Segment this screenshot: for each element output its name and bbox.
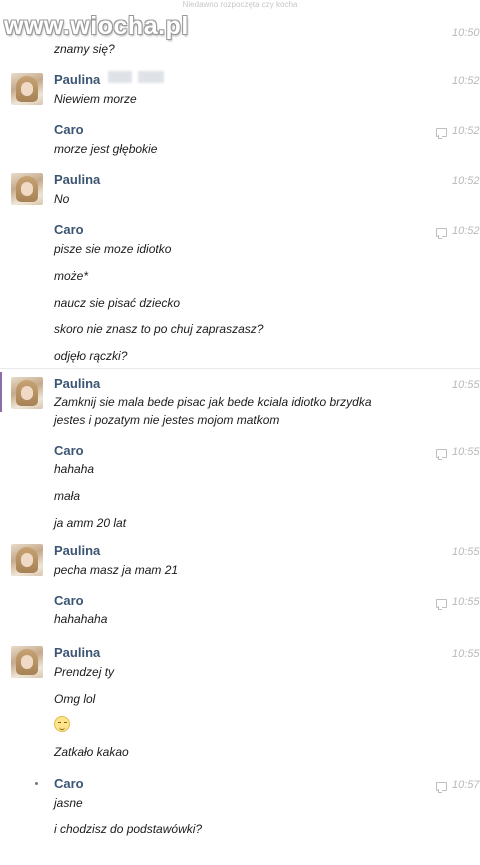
message-time: 10:52 <box>452 125 480 137</box>
message-line: i chodzisz do podstawówki? <box>54 822 203 836</box>
message-time: 10:55 <box>452 648 480 660</box>
message-line: jasne <box>54 796 83 810</box>
message-time: 10:55 <box>452 379 480 391</box>
message-time: 10:55 <box>452 546 480 558</box>
message-time: 10:55 <box>452 596 480 608</box>
message-line: mała <box>54 489 81 503</box>
message-line: naucz sie pisać dziecko <box>54 296 181 310</box>
message-line: skoro nie znasz to po chuj zapraszasz? <box>54 322 264 336</box>
sender-name[interactable]: Paulina <box>54 172 100 187</box>
message-line: pecha masz ja mam 21 <box>54 563 179 577</box>
avatar[interactable] <box>11 544 43 576</box>
message-time: 10:52 <box>452 75 480 87</box>
sender-name[interactable]: Paulina <box>54 543 100 558</box>
message-line: ja amm 20 lat <box>54 516 127 530</box>
redacted-surname <box>138 71 164 83</box>
message-line: Omg lol <box>54 692 96 706</box>
message-time: 10:50 <box>452 27 480 39</box>
message-line: Prendzej ty <box>54 665 115 679</box>
message-line: No <box>54 192 70 206</box>
unread-marker <box>0 372 2 412</box>
watermark: www.wiocha.pl <box>4 12 189 40</box>
message-line: pisze sie moze idiotko <box>54 242 172 256</box>
avatar[interactable] <box>11 377 43 409</box>
message-line: hahahaha <box>54 612 108 626</box>
seen-icon <box>436 599 447 610</box>
seen-icon <box>436 228 447 239</box>
message-line: morze jest głębokie <box>54 142 158 156</box>
sender-name[interactable]: Paulina <box>54 72 100 87</box>
seen-icon <box>436 449 447 460</box>
message-time: 10:52 <box>452 175 480 187</box>
sender-name[interactable]: Caro <box>54 593 84 608</box>
typing-dot <box>35 782 38 785</box>
sender-name[interactable]: Caro <box>54 443 84 458</box>
message-time: 10:57 <box>452 779 480 791</box>
message-line: Zatkało kakao <box>54 745 129 759</box>
seen-icon <box>436 128 447 139</box>
smile-emoji-icon <box>54 716 70 732</box>
message-line: może* <box>54 269 89 283</box>
sender-name[interactable]: Paulina <box>54 376 100 391</box>
message-line: jestes i pozatym nie jestes mojom matkom <box>54 413 280 427</box>
sender-name[interactable]: Caro <box>54 776 84 791</box>
seen-icon <box>436 782 447 793</box>
message-line: znamy się? <box>54 42 115 56</box>
message-line: odjęło rączki? <box>54 349 128 363</box>
sender-name[interactable]: Caro <box>54 222 84 237</box>
message-time: 10:55 <box>452 446 480 458</box>
sender-name[interactable]: Paulina <box>54 645 100 660</box>
divider <box>0 368 480 369</box>
avatar[interactable] <box>11 73 43 105</box>
sender-name[interactable]: Caro <box>54 122 84 137</box>
message-line: hahaha <box>54 462 95 476</box>
avatar[interactable] <box>11 646 43 678</box>
message-time: 10:52 <box>452 225 480 237</box>
message-line: Zamknij sie mala bede pisac jak bede kci… <box>54 395 372 409</box>
conversation-header: Niedawno rozpoczęta czy kocha <box>182 0 298 9</box>
redacted-surname <box>108 71 132 83</box>
message-line: Niewiem morze <box>54 92 137 106</box>
avatar[interactable] <box>11 173 43 205</box>
